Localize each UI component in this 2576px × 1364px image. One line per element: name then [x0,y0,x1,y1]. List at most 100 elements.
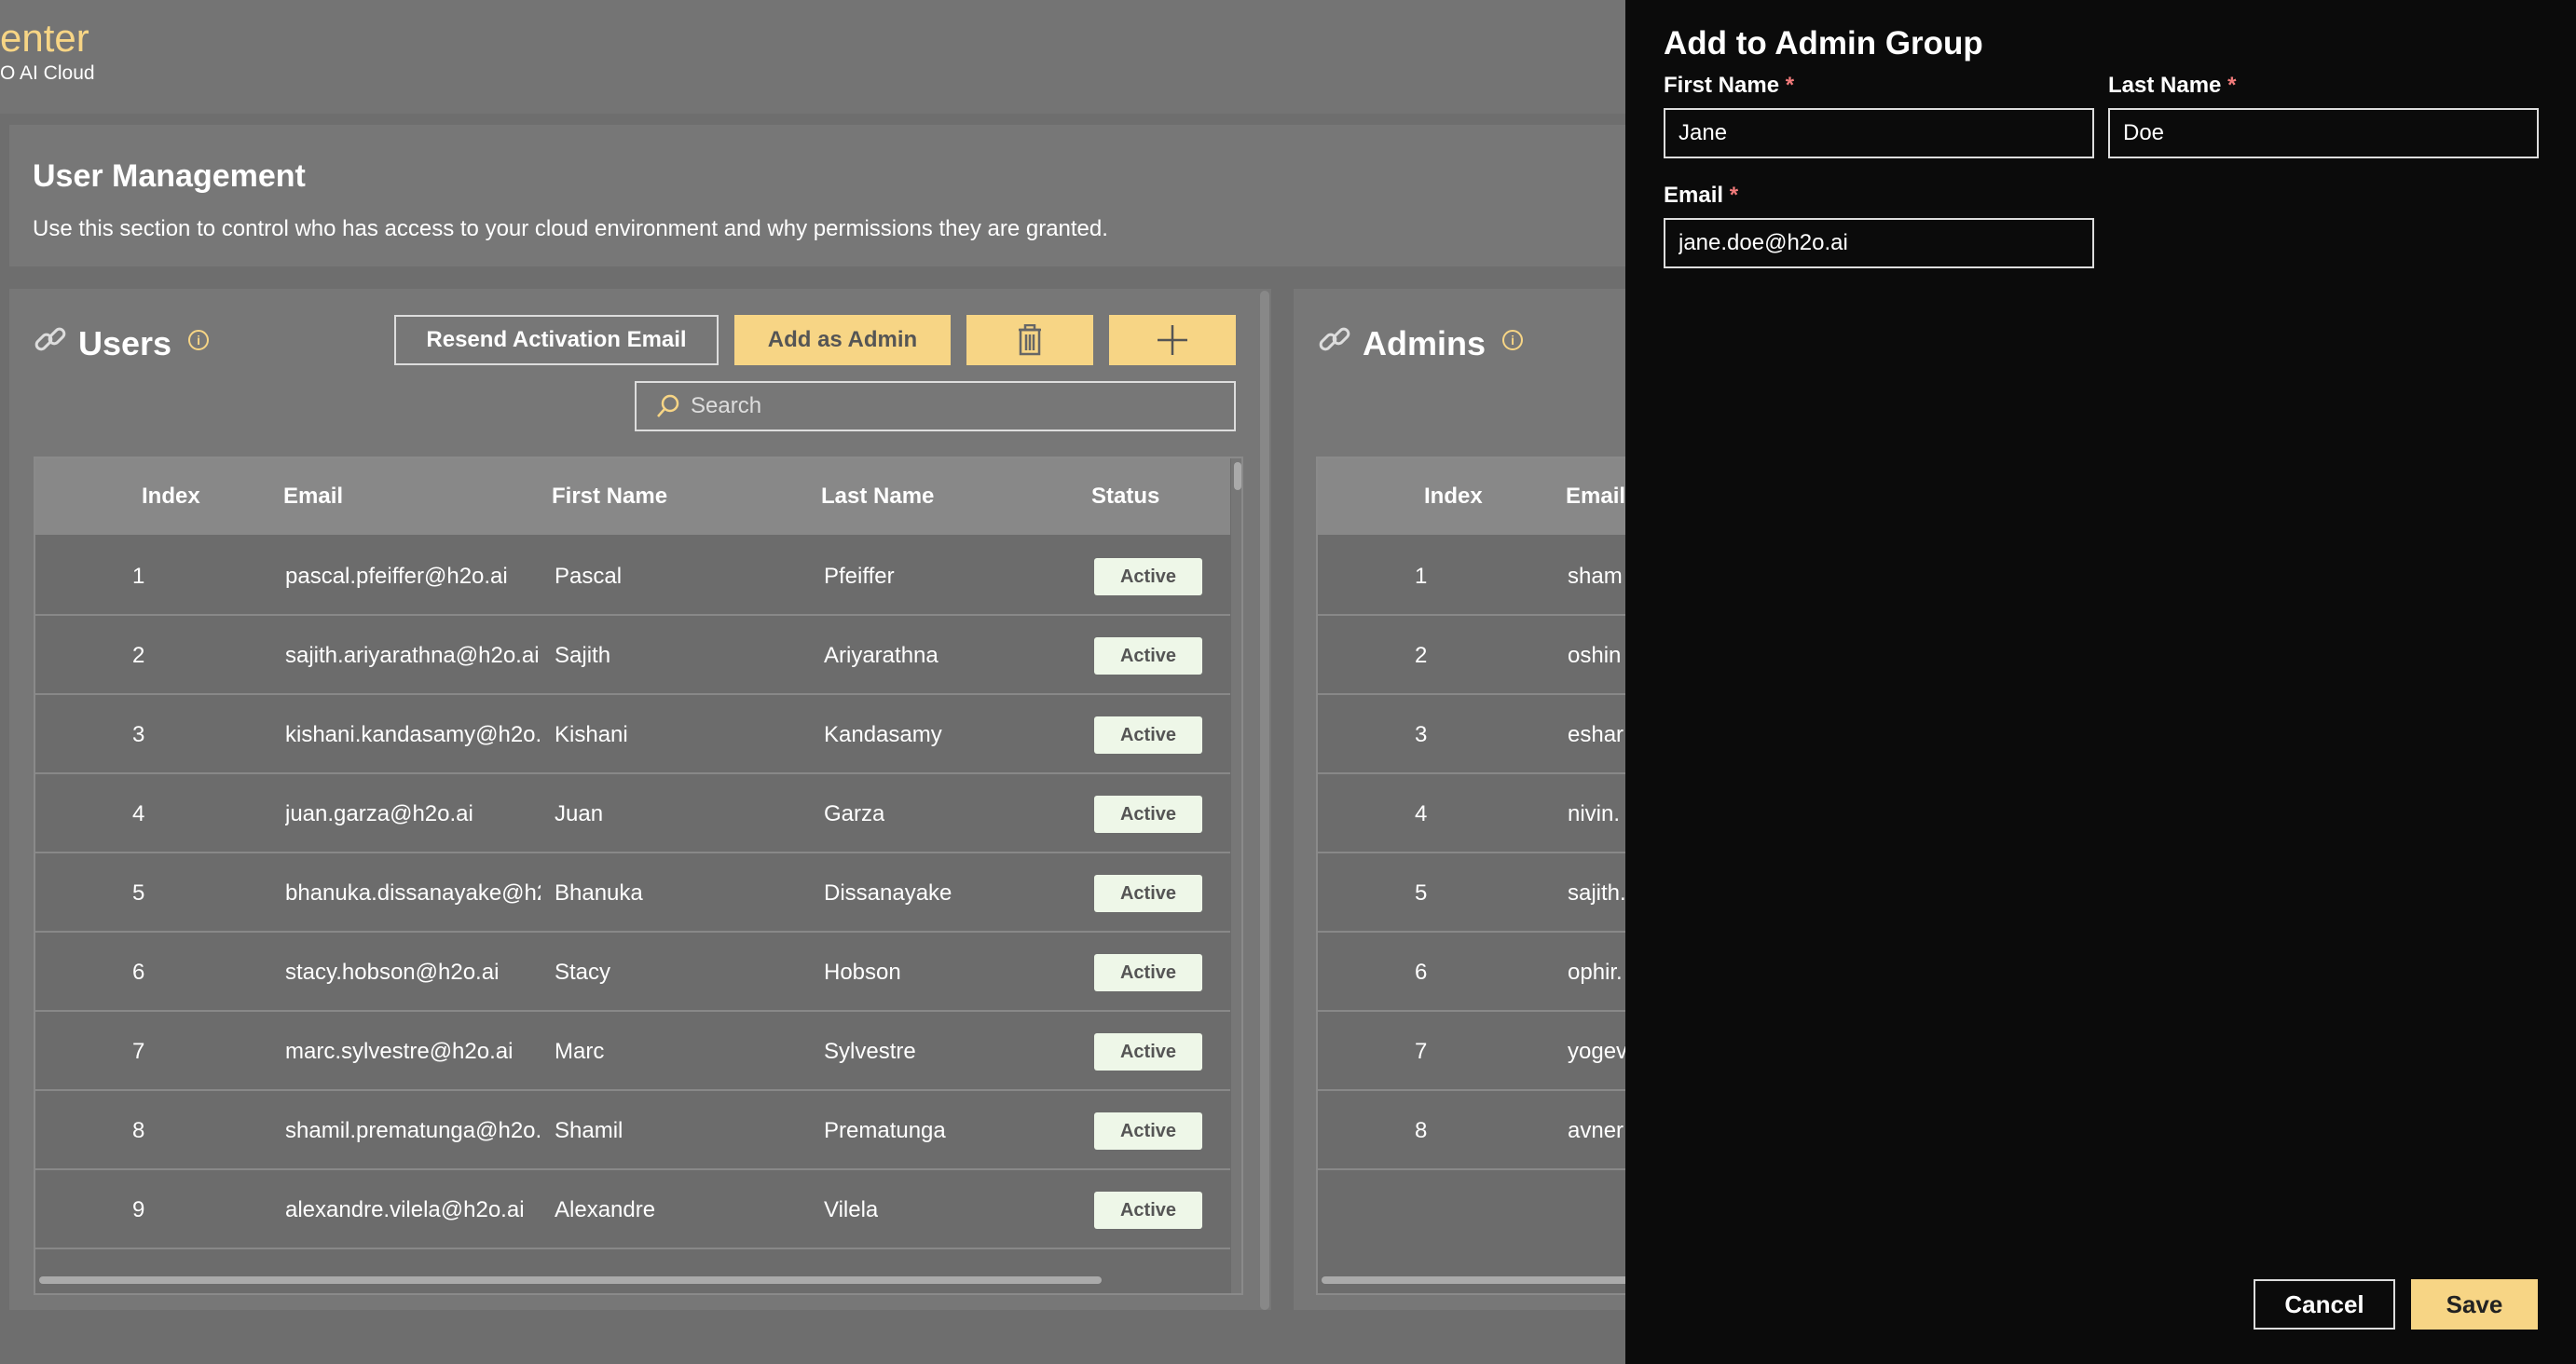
cell-email: stacy.hobson@h2o.ai [285,959,500,985]
delete-button[interactable] [966,315,1093,365]
add-as-admin-button[interactable]: Add as Admin [734,315,951,365]
horizontal-scrollbar[interactable] [35,1265,1230,1293]
cell-email: kishani.kandasamy@h2o.ai [285,721,541,747]
admins-table: Index Email 1 sham 2 oshin 3 eshar 4 nivin. 5 saj… [1316,457,1670,1295]
required-mark: * [2227,73,2237,98]
search-placeholder: Search [691,393,762,418]
table-row[interactable]: 4 nivin. [1318,774,1668,853]
column-header-first-name[interactable]: First Name [552,484,667,510]
info-icon[interactable]: i [188,329,210,350]
cell-index: 1 [1415,563,1428,589]
table-row[interactable]: 4 juan.garza@h2o.ai Juan Garza Active [35,774,1230,853]
app-header: enter O AI Cloud [0,0,1625,114]
last-name-label: Last Name * [2108,73,2236,99]
info-icon[interactable]: i [1502,329,1524,350]
cell-index: 1 [132,563,145,589]
add-user-button[interactable] [1109,315,1236,365]
resend-activation-button[interactable]: Resend Activation Email [394,315,719,365]
brand-title: enter [0,16,89,60]
drawer-title: Add to Admin Group [1664,25,1983,61]
vertical-scrollbar-thumb[interactable] [1234,462,1241,490]
search-icon [657,394,679,417]
cell-first: Alexandre [555,1196,656,1222]
cell-index: 7 [1415,1038,1428,1064]
table-row[interactable]: 3 eshar [1318,695,1668,774]
cell-index: 8 [1415,1117,1428,1143]
table-row[interactable]: 1 pascal.pfeiffer@h2o.ai Pascal Pfeiffer Act… [35,537,1230,616]
horizontal-scrollbar-thumb[interactable] [39,1276,1102,1284]
page-description: Use this section to control who has acce… [33,216,1108,241]
email-label: Email * [1664,183,1738,209]
email-label-text: Email [1664,183,1724,208]
horizontal-scrollbar-thumb[interactable] [1322,1276,1657,1284]
cell-index: 3 [132,721,145,747]
first-name-label: First Name * [1664,73,1794,99]
column-header-last-name[interactable]: Last Name [821,484,934,510]
search-input[interactable]: Search [635,381,1236,431]
status-badge: Active [1094,716,1202,754]
status-badge: Active [1094,1033,1202,1071]
horizontal-scrollbar[interactable] [1318,1265,1668,1293]
cell-first: Pascal [555,563,623,589]
admins-title: Admins [1363,323,1487,362]
status-badge: Active [1094,1192,1202,1229]
cell-last: Prematunga [824,1117,946,1143]
cell-index: 9 [132,1196,145,1222]
table-row[interactable]: 5 sajith. [1318,853,1668,933]
email-field[interactable] [1664,218,2094,268]
table-row[interactable]: 8 avner [1318,1091,1668,1170]
cell-index: 3 [1415,721,1428,747]
save-button[interactable]: Save [2411,1279,2538,1330]
cell-last: Kandasamy [824,721,942,747]
table-row[interactable]: 6 stacy.hobson@h2o.ai Stacy Hobson Active [35,933,1230,1012]
table-row[interactable]: 7 yogev [1318,1012,1668,1091]
cell-first: Marc [555,1038,605,1064]
admins-card: Admins i Index Email 1 sham 2 oshin 3 eshar 4 n… [1294,289,1670,1310]
users-card-title: Users i [32,321,210,366]
column-header-email[interactable]: Email [1566,484,1625,510]
users-table: Index Email First Name Last Name Status … [34,457,1243,1295]
status-badge: Active [1094,796,1202,833]
add-admin-drawer: Add to Admin Group First Name * Last Nam… [1625,0,2576,1364]
table-row[interactable]: 9 alexandre.vilela@h2o.ai Alexandre Vilela A… [35,1170,1230,1249]
cell-email: marc.sylvestre@h2o.ai [285,1038,514,1064]
cell-first: Juan [555,800,604,826]
column-header-index[interactable]: Index [1424,484,1483,510]
first-name-field[interactable] [1664,108,2094,158]
card-scrollbar[interactable] [1260,291,1269,1310]
cell-index: 2 [1415,642,1428,668]
cell-email: sham [1568,563,1623,589]
cell-last: Sylvestre [824,1038,916,1064]
cell-first: Bhanuka [555,880,643,906]
status-badge: Active [1094,637,1202,675]
cell-index: 6 [132,959,145,985]
table-row[interactable]: 8 shamil.prematunga@h2o.ai Shamil Prematung… [35,1091,1230,1170]
cell-index: 2 [132,642,145,668]
table-row[interactable]: 2 sajith.ariyarathna@h2o.ai Sajith Ariyarat… [35,616,1230,695]
cancel-button[interactable]: Cancel [2254,1279,2395,1330]
cell-last: Garza [824,800,885,826]
table-row[interactable]: 1 sham [1318,537,1668,616]
table-row[interactable]: 2 oshin [1318,616,1668,695]
users-title: Users [78,323,172,362]
table-row[interactable]: 3 kishani.kandasamy@h2o.ai Kishani Kandasam… [35,695,1230,774]
user-management-section: User Management Use this section to cont… [9,125,1625,266]
table-row[interactable]: 7 marc.sylvestre@h2o.ai Marc Sylvestre Activ… [35,1012,1230,1091]
cell-index: 5 [1415,880,1428,906]
cell-email: sajith. [1568,880,1626,906]
plus-icon [1158,325,1187,355]
column-header-email[interactable]: Email [283,484,343,510]
vertical-scrollbar[interactable] [1231,458,1241,1293]
cell-email: pascal.pfeiffer@h2o.ai [285,563,508,589]
column-header-status[interactable]: Status [1091,484,1159,510]
table-row[interactable]: 5 bhanuka.dissanayake@h2o.ai Bhanuka Dissan… [35,853,1230,933]
cell-email: oshin [1568,642,1622,668]
required-mark: * [1785,73,1795,98]
table-row[interactable]: 6 ophir. [1318,933,1668,1012]
last-name-field[interactable] [2108,108,2539,158]
cell-first: Shamil [555,1117,623,1143]
cell-email: ophir. [1568,959,1623,985]
column-header-index[interactable]: Index [142,484,200,510]
cell-last: Vilela [824,1196,879,1222]
cell-last: Pfeiffer [824,563,895,589]
